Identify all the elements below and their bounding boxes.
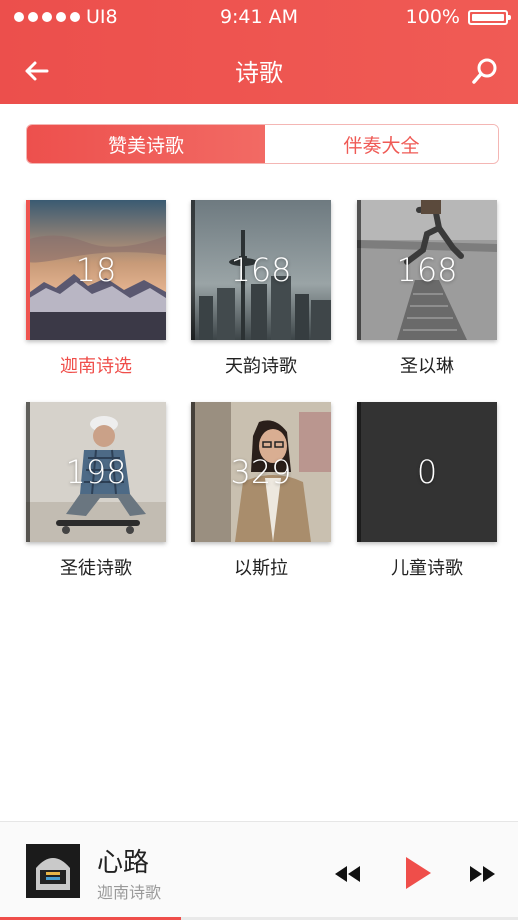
collection-label: 天韵诗歌 [225,356,297,377]
collection-card-6[interactable]: 0 儿童诗歌 [357,402,499,580]
collection-count: 329 [230,453,292,491]
collection-cover-mountains: 18 [26,200,166,340]
collection-card-4[interactable]: 198 圣徒诗歌 [26,402,168,580]
segmented-tabs: 赞美诗歌 伴奏大全 [26,124,499,164]
play-button[interactable] [404,856,432,894]
battery-icon [468,10,511,25]
collection-count: 18 [75,251,117,289]
fast-forward-button[interactable] [469,864,497,888]
collection-cover-woman: 329 [191,402,331,542]
page-title: 诗歌 [235,59,283,87]
search-icon [472,58,497,84]
app-header: UI8 9:41 AM 100% 诗歌 [0,0,518,104]
battery-percentage: 100% [405,6,460,28]
play-icon [406,857,431,889]
collection-card-1[interactable]: 18 迦南诗选 [26,200,168,378]
rewind-icon [335,866,360,882]
status-bar: UI8 9:41 AM 100% [0,0,518,36]
collection-cover-pier: 168 [357,200,497,340]
now-playing-bar[interactable]: 心路 迦南诗歌 [0,821,518,920]
fast-forward-icon [470,866,495,882]
collection-cover-skater: 198 [26,402,166,542]
collection-label: 儿童诗歌 [391,558,463,579]
album-thumbnail[interactable] [26,844,80,898]
collection-card-5[interactable]: 329 以斯拉 [191,402,333,580]
collection-label: 圣以琳 [400,356,454,377]
tab-accompaniment[interactable]: 伴奏大全 [265,125,498,163]
collection-label: 迦南诗选 [60,356,132,377]
collection-card-2[interactable]: 168 天韵诗歌 [191,200,333,378]
collection-count: 168 [396,251,458,289]
search-button[interactable] [468,54,502,88]
collection-count: 198 [65,453,127,491]
collection-count: 0 [416,453,438,491]
collection-cover-city: 168 [191,200,331,340]
collection-cover-empty: 0 [357,402,497,542]
collection-count: 168 [230,251,292,289]
tab-hymns[interactable]: 赞美诗歌 [27,125,265,163]
collection-label: 以斯拉 [234,558,288,579]
rewind-button[interactable] [333,864,361,888]
song-subtitle: 迦南诗歌 [97,883,162,902]
collection-card-3[interactable]: 168 圣以琳 [357,200,499,378]
collection-label: 圣徒诗歌 [60,558,132,579]
song-title: 心路 [97,848,150,878]
